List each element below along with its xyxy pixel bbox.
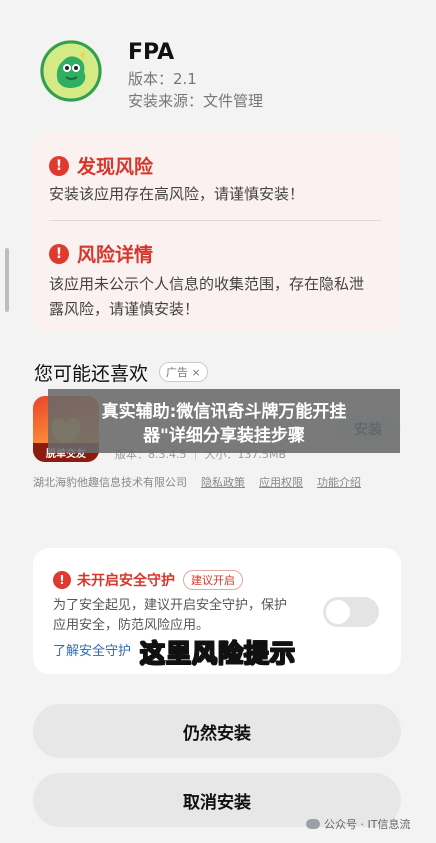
security-title: 未开启安全守护 — [77, 573, 175, 589]
watermark-text: 公众号 · IT信息流 — [324, 818, 411, 831]
app-permissions-link[interactable]: 应用权限 — [259, 474, 303, 490]
learn-security-link[interactable]: 了解安全守护 — [53, 640, 131, 659]
security-desc-line1: 为了安全起见，建议开启安全守护，保护 — [53, 598, 288, 613]
warning-icon: ! — [49, 155, 69, 176]
app-header: FPA 版本：2.1 安装来源：文件管理 — [40, 40, 400, 110]
privacy-policy-link[interactable]: 隐私政策 — [201, 474, 245, 490]
security-desc-line2: 应用安全，防范风险应用。 — [53, 618, 210, 633]
ad-tag-label: 广告 — [166, 366, 188, 379]
developer-row: 湖北海豹他趣信息技术有限公司 隐私政策 应用权限 功能介绍 — [33, 474, 361, 490]
close-icon[interactable]: × — [192, 366, 201, 379]
risk-found-title: 发现风险 — [77, 156, 154, 178]
risk-found-header: ! 发现风险 — [49, 152, 153, 179]
security-desc: 为了安全起见，建议开启安全守护，保护 应用安全，防范风险应用。 — [53, 596, 323, 636]
risk-detail-title: 风险详情 — [77, 244, 154, 266]
app-name: FPA — [128, 40, 175, 65]
app-icon — [40, 40, 102, 102]
divider — [49, 220, 381, 221]
warning-icon: ! — [49, 243, 69, 264]
risk-detail-desc-line2: 露风险，请谨慎安装！ — [49, 300, 200, 318]
watermark: 公众号 · IT信息流 — [306, 816, 410, 832]
overlay-banner: 真实辅助:微信讯奇斗牌万能开挂 器"详细分享装挂步骤 — [48, 389, 400, 453]
app-version: 版本：2.1 — [128, 70, 197, 88]
risk-card: ! 发现风险 安装该应用存在高风险，请谨慎安装！ ! 风险详情 该应用未公示个人… — [33, 132, 401, 332]
recommend-title: 您可能还喜欢 — [34, 363, 149, 385]
risk-found-desc: 安装该应用存在高风险，请谨慎安装！ — [49, 185, 305, 203]
scroll-indicator[interactable] — [5, 248, 9, 312]
app-source: 安装来源：文件管理 — [128, 92, 264, 110]
security-tag: 建议开启 — [183, 570, 243, 590]
risk-detail-desc-line1: 该应用未公示个人信息的收集范围，存在隐私泄 — [49, 275, 365, 293]
wechat-icon — [306, 819, 320, 829]
warning-icon: ! — [53, 571, 71, 589]
video-caption: 这里风险提示 — [139, 638, 297, 669]
overlay-text-line2: 器"详细分享装挂步骤 — [143, 426, 305, 446]
overlay-text-line1: 真实辅助:微信讯奇斗牌万能开挂 — [101, 402, 347, 422]
security-toggle[interactable] — [323, 597, 379, 627]
continue-install-button[interactable]: 仍然安装 — [33, 704, 401, 758]
ad-tag[interactable]: 广告 × — [159, 362, 208, 382]
developer-name: 湖北海豹他趣信息技术有限公司 — [33, 476, 187, 489]
feature-intro-link[interactable]: 功能介绍 — [317, 474, 361, 490]
risk-detail-header: ! 风险详情 — [49, 240, 153, 267]
toggle-knob — [326, 600, 350, 624]
security-header: ! 未开启安全守护 建议开启 — [53, 570, 243, 590]
